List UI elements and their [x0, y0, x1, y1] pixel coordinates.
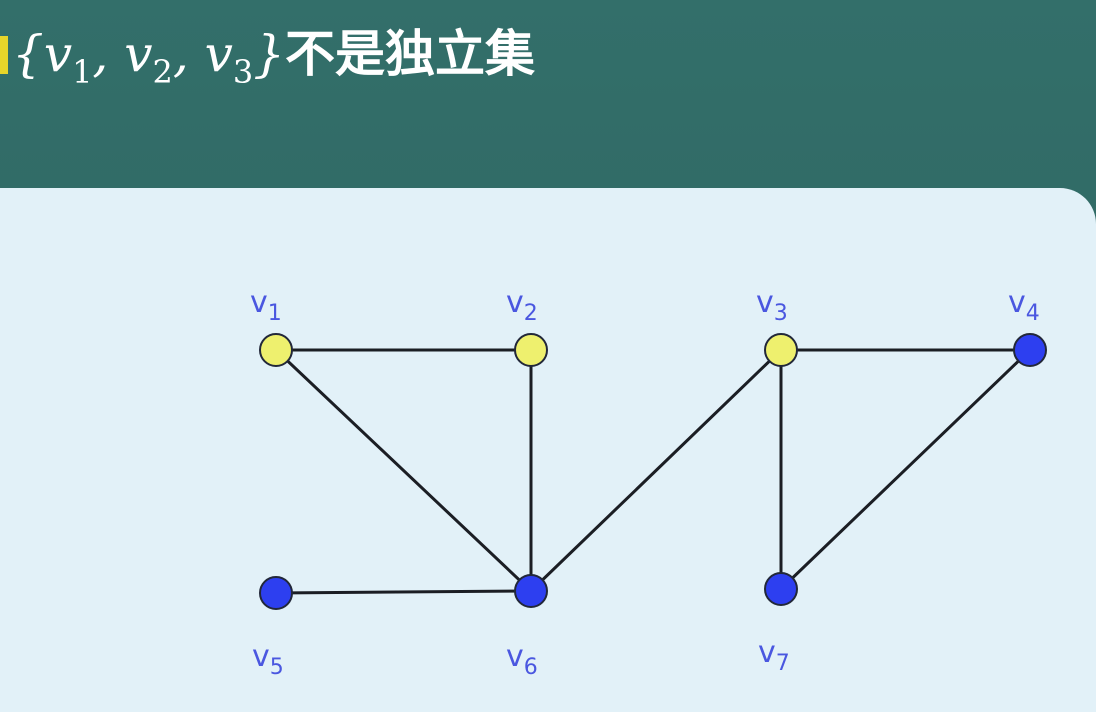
- vertex-label-v6: v6: [506, 639, 538, 680]
- slide: {v1, v2, v3}不是独立集 v1 v2 v3 v4 v5 v6 v7: [0, 0, 1096, 712]
- vertex-label-letter-v6: v: [506, 639, 524, 674]
- edge-v4-v7: [779, 348, 1032, 591]
- vertex-label-sub-v5: 5: [270, 655, 284, 680]
- vertex-v6: [514, 574, 548, 608]
- vertex-label-sub-v1: 1: [268, 301, 282, 326]
- graph-diagram: v1 v2 v3 v4v5 v6 v7: [250, 285, 1047, 680]
- vertex-v7: [764, 572, 798, 606]
- vertex-v2: [514, 333, 548, 367]
- vertex-label-sub-v4: 4: [1026, 301, 1040, 326]
- vertex-label-sub-v6: 6: [524, 655, 538, 680]
- vertex-label-letter-v4: v: [1008, 285, 1026, 320]
- vertex-label-v1: v1: [250, 285, 282, 326]
- vertex-label-v3: v3: [756, 285, 788, 326]
- vertex-label-v4: v4: [1008, 285, 1040, 326]
- vertex-v1: [259, 333, 293, 367]
- vertex-label-sub-v2: 2: [524, 301, 538, 326]
- vertex-label-letter-v1: v: [250, 285, 268, 320]
- vertex-label-sub-v3: 3: [774, 301, 788, 326]
- edge-v5-v6: [274, 589, 533, 595]
- edge-v3-v6: [529, 348, 783, 593]
- vertex-v4: [1013, 333, 1047, 367]
- vertex-v3: [764, 333, 798, 367]
- vertex-label-v7: v7: [758, 635, 790, 676]
- vertex-label-v5: v5: [252, 639, 284, 680]
- vertex-label-letter-v5: v: [252, 639, 270, 674]
- vertex-label-letter-v2: v: [506, 285, 524, 320]
- vertex-label-letter-v3: v: [756, 285, 774, 320]
- edge-v1-v6: [274, 348, 533, 593]
- graph-edges: [274, 348, 1032, 595]
- vertex-label-sub-v7: 7: [776, 651, 790, 676]
- vertex-label-letter-v7: v: [758, 635, 776, 670]
- vertex-label-v2: v2: [506, 285, 538, 326]
- vertex-v5: [259, 576, 293, 610]
